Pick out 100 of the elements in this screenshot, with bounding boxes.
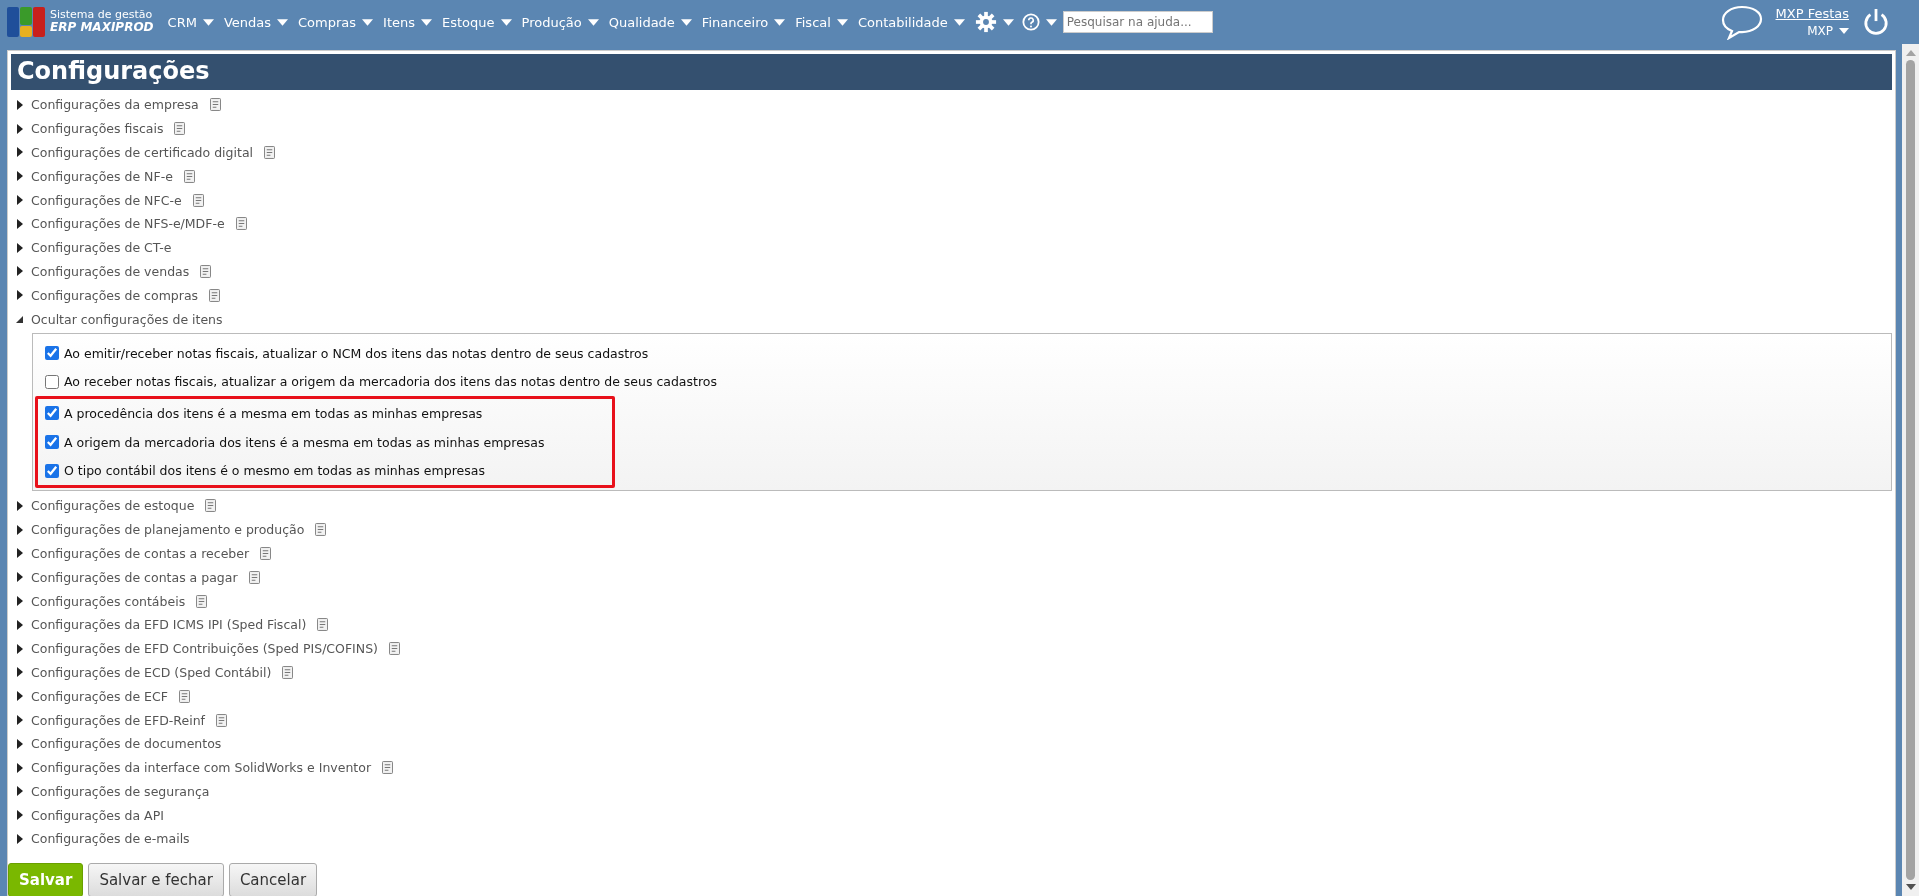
section-link[interactable]: Configurações de NFS-e/MDF-e — [31, 216, 225, 232]
expand-arrow-icon[interactable] — [16, 242, 24, 253]
section-link[interactable]: Configurações de vendas — [31, 263, 190, 279]
action-button[interactable]: Cancelar — [228, 862, 318, 896]
company-link[interactable]: MXP Festas — [1775, 6, 1849, 21]
document-icon[interactable] — [317, 618, 329, 632]
expand-arrow-icon[interactable] — [16, 691, 24, 702]
menu-item[interactable]: Estoque — [438, 14, 518, 30]
expand-arrow-icon[interactable] — [16, 218, 24, 229]
document-icon[interactable] — [382, 761, 394, 775]
checkbox[interactable] — [45, 463, 59, 478]
section-link[interactable]: Ocultar configurações de itens — [31, 311, 223, 327]
document-icon[interactable] — [205, 499, 217, 513]
menu-item[interactable]: Financeiro — [697, 14, 792, 30]
section-link[interactable]: Configurações de segurança — [31, 783, 210, 799]
section-link[interactable]: Configurações contábeis — [31, 593, 186, 609]
expand-arrow-icon[interactable] — [16, 500, 24, 511]
document-icon[interactable] — [200, 264, 212, 278]
document-icon[interactable] — [260, 546, 272, 560]
expand-arrow-icon[interactable] — [16, 715, 24, 725]
caret-icon[interactable] — [1002, 18, 1014, 26]
section-link[interactable]: Configurações de certificado digital — [31, 145, 253, 160]
expand-arrow-icon[interactable] — [16, 290, 24, 301]
section-link[interactable]: Configurações fiscais — [31, 121, 164, 137]
menu-item[interactable]: Qualidade — [604, 14, 698, 30]
checkbox[interactable] — [45, 435, 59, 450]
expand-arrow-icon[interactable] — [16, 524, 24, 535]
collapse-arrow-icon[interactable] — [16, 314, 24, 325]
section-link[interactable]: Configurações de planejamento e produção — [31, 522, 305, 538]
document-icon[interactable] — [196, 594, 208, 608]
section-link[interactable]: Configurações de contas a receber — [31, 545, 250, 561]
document-icon[interactable] — [209, 98, 221, 112]
section-link[interactable]: Configurações da empresa — [31, 97, 199, 113]
expand-arrow-icon[interactable] — [16, 810, 24, 821]
section-link[interactable]: Configurações de NF-e — [31, 168, 173, 184]
expand-arrow-icon[interactable] — [16, 596, 24, 606]
expand-arrow-icon[interactable] — [16, 786, 24, 797]
section-link[interactable]: Configurações da API — [31, 807, 164, 823]
chat-bubble-icon[interactable] — [1719, 4, 1764, 40]
menu-item[interactable]: Compras — [294, 14, 380, 30]
document-icon[interactable] — [215, 713, 227, 727]
menu-item[interactable]: Contabilidade — [853, 14, 971, 30]
expand-arrow-icon[interactable] — [16, 619, 24, 630]
section-link[interactable]: Configurações da EFD ICMS IPI (Sped Fiscal) — [31, 617, 307, 633]
document-icon[interactable] — [248, 570, 260, 584]
checkbox[interactable] — [45, 374, 59, 389]
expand-arrow-icon[interactable] — [16, 548, 24, 559]
expand-arrow-icon[interactable] — [16, 834, 24, 844]
document-icon[interactable] — [192, 193, 204, 207]
menu-item[interactable]: Fiscal — [791, 14, 854, 30]
account-dropdown[interactable]: MXP — [1807, 24, 1849, 38]
section-link[interactable]: Configurações de ECD (Sped Contábil) — [31, 664, 272, 680]
checkbox[interactable] — [45, 346, 59, 361]
settings-icon[interactable] — [974, 11, 997, 33]
expand-arrow-icon[interactable] — [16, 572, 24, 583]
expand-arrow-icon[interactable] — [16, 738, 24, 749]
section-link[interactable]: Configurações de CT-e — [31, 240, 172, 256]
section-link[interactable]: Configurações de compras — [31, 287, 199, 303]
document-icon[interactable] — [315, 523, 327, 537]
caret-icon[interactable] — [1045, 18, 1057, 26]
document-icon[interactable] — [174, 122, 186, 136]
document-icon[interactable] — [235, 217, 247, 231]
menu-item[interactable]: Vendas — [219, 14, 294, 30]
section-link[interactable]: Configurações de documentos — [31, 736, 222, 752]
section-link[interactable]: Configurações da interface com SolidWorks e Inventor — [31, 760, 372, 776]
section-link[interactable]: Configurações de EFD-Reinf — [31, 712, 205, 728]
section-link[interactable]: Configurações de EFD Contribuições (Sped PIS/COFINS) — [31, 641, 378, 657]
expand-arrow-icon[interactable] — [16, 667, 24, 678]
section-link[interactable]: Configurações de ECF — [31, 688, 168, 704]
expand-arrow-icon[interactable] — [16, 266, 24, 277]
expand-arrow-icon[interactable] — [16, 762, 24, 773]
expand-arrow-icon[interactable] — [16, 643, 24, 654]
section-link[interactable]: Configurações de estoque — [31, 498, 195, 514]
menu-item[interactable]: CRM — [163, 14, 220, 30]
caret-icon — [421, 18, 432, 26]
document-icon[interactable] — [388, 642, 400, 656]
expand-arrow-icon[interactable] — [16, 147, 24, 158]
checkbox[interactable] — [45, 406, 59, 421]
document-icon[interactable] — [209, 288, 221, 302]
power-icon[interactable] — [1863, 8, 1889, 36]
help-icon[interactable] — [1021, 13, 1040, 31]
menu-item[interactable]: Produção — [517, 14, 605, 30]
expand-arrow-icon[interactable] — [16, 123, 24, 134]
section-link[interactable]: Configurações de NFC-e — [31, 192, 182, 208]
option-label: A procedência dos itens é a mesma em todas as minhas empresas — [64, 405, 483, 421]
option-label: A origem da mercadoria dos itens é a mesma em todas as minhas empresas — [64, 434, 545, 450]
expand-arrow-icon[interactable] — [16, 195, 24, 206]
menu-item[interactable]: Itens — [379, 14, 438, 30]
section-link[interactable]: Configurações de e-mails — [31, 831, 190, 847]
document-icon[interactable] — [178, 689, 190, 703]
section-link[interactable]: Configurações de contas a pagar — [31, 569, 238, 585]
expand-arrow-icon[interactable] — [16, 171, 24, 182]
scroll-down-icon[interactable] — [1905, 884, 1916, 890]
document-icon[interactable] — [282, 665, 294, 679]
help-search-field[interactable]: Pesquisar na ajuda... — [1062, 11, 1213, 33]
document-icon[interactable] — [183, 169, 195, 183]
document-icon[interactable] — [264, 146, 275, 159]
action-button[interactable]: Salvar e fechar — [88, 862, 224, 896]
scroll-thumb[interactable] — [1906, 60, 1915, 880]
expand-arrow-icon[interactable] — [16, 99, 24, 110]
